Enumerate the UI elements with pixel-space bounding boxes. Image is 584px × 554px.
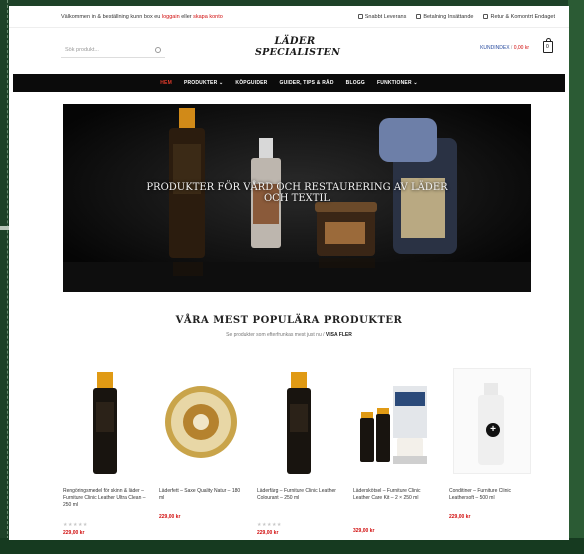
nav-item-blog[interactable]: BLOGG (346, 80, 365, 86)
site-header: Sök produkt... LÄDER SPECIALISTEN KUNDIN… (9, 28, 569, 72)
check-icon (483, 14, 489, 19)
product-price: 229,00 kr (159, 514, 181, 520)
account-label: KUNDINDEX (480, 45, 510, 51)
account-link[interactable]: KUNDINDEX / 0,00 kr (480, 45, 529, 51)
product-card[interactable]: Rengöringsmedel för skinn & läder – Furn… (63, 366, 147, 540)
usp-list: Snabbt Leverans Betalning Insättande Ret… (357, 13, 555, 20)
usp-item: Snabbt Leverans (357, 13, 407, 20)
account-separator: / (510, 45, 513, 51)
cart-count: 0 (546, 44, 549, 50)
product-name[interactable]: Läderskötsel – Furniture Clinic Leather … (353, 488, 437, 502)
product-card[interactable]: Läderfett – Saxe Quality Natur – 180 ml … (159, 366, 243, 540)
product-grid: Rengöringsmedel för skinn & läder – Furn… (63, 366, 533, 540)
star-rating: ★★★★★ (257, 522, 282, 528)
site-logo[interactable]: LÄDER SPECIALISTEN (255, 36, 341, 64)
product-name[interactable]: Conditiner – Furniture Clinic Leathersof… (449, 488, 533, 502)
product-image[interactable]: + (449, 366, 533, 484)
nav-item-functions[interactable]: FUNKTIONER ⌄ (377, 80, 418, 86)
welcome-mid: eller (181, 13, 192, 20)
product-image[interactable] (159, 366, 243, 484)
cart-icon[interactable]: 0 (543, 38, 553, 53)
product-price: 229,00 kr (63, 530, 85, 536)
frame-bottom-edge (0, 538, 584, 554)
check-icon (357, 14, 363, 19)
popular-section-subtitle: Se produkter som efterfrunkas mest just … (9, 332, 569, 338)
product-image[interactable] (63, 366, 147, 484)
product-price: 229,00 kr (449, 514, 471, 520)
product-name[interactable]: Läderfett – Saxe Quality Natur – 180 ml (159, 488, 243, 502)
register-link[interactable]: skapa konto (193, 14, 223, 20)
view-more-link[interactable]: VISA FLER (326, 332, 352, 338)
cart-handle (546, 38, 551, 42)
add-to-cart-icon[interactable]: + (486, 423, 500, 437)
star-rating: ★★★★★ (63, 522, 88, 528)
usp-label: Retur & Komontrt Endaget (490, 13, 555, 20)
hero-banner[interactable]: PRODUKTER FÖR VÅRD OCH RESTAURERING AV L… (63, 104, 531, 292)
page: Välkommen in & beställning kunn box eu l… (9, 6, 569, 540)
product-price: 229,00 kr (257, 530, 279, 536)
product-name[interactable]: Rengöringsmedel för skinn & läder – Furn… (63, 488, 147, 509)
welcome-prefix: Välkommen in & beställning kunn box eu (61, 13, 161, 20)
top-bar: Välkommen in & beställning kunn box eu l… (9, 6, 569, 28)
product-image-placeholder: + (453, 368, 531, 474)
search-icon[interactable] (155, 46, 161, 53)
login-link[interactable]: loggain (162, 14, 180, 20)
product-card[interactable]: Läderfärg – Furniture Clinic Leather Col… (257, 366, 341, 540)
frame-right-edge (568, 0, 584, 554)
nav-item-home[interactable]: HEM (160, 80, 172, 86)
product-image[interactable] (257, 366, 341, 484)
frame-left-edge (0, 0, 8, 554)
product-name[interactable]: Läderfärg – Furniture Clinic Leather Col… (257, 488, 341, 502)
popular-section-title: VÅRA MEST POPULÄRA PRODUKTER (175, 315, 403, 326)
logo-line-1: LÄDER (274, 36, 316, 47)
main-nav: HEM PRODUKTER ⌄ KÖPGUIDER GUIDER, TIPS &… (13, 74, 565, 92)
check-icon (416, 14, 422, 19)
product-price: 329,00 kr (353, 528, 375, 534)
product-card[interactable]: Läderskötsel – Furniture Clinic Leather … (353, 366, 437, 540)
nav-item-guides-tips[interactable]: GUIDER, TIPS & RÅD (279, 80, 333, 86)
hero-title: PRODUKTER FÖR VÅRD OCH RESTAURERING AV L… (63, 182, 531, 204)
product-card[interactable]: + Conditiner – Furniture Clinic Leathers… (449, 366, 533, 540)
logo-line-2: SPECIALISTEN (255, 47, 341, 58)
bottle-silhouette (478, 383, 504, 465)
usp-item: Retur & Komontrt Endaget (483, 14, 555, 20)
usp-label: Betalning Insättande (423, 13, 474, 20)
welcome-text: Välkommen in & beställning kunn box eu l… (61, 14, 223, 20)
popular-subtitle-text: Se produkter som efterfrunkas mest just … (226, 332, 325, 338)
usp-item: Betalning Insättande (416, 14, 473, 20)
hero-title-line-2: OCH TEXTIL (263, 193, 331, 204)
search-placeholder: Sök produkt... (65, 46, 99, 53)
usp-label: Snabbt Leverans (364, 13, 407, 20)
search-input[interactable]: Sök produkt... (61, 42, 165, 58)
hero-title-line-1: PRODUKTER FÖR VÅRD OCH RESTAURERING AV L… (146, 182, 448, 193)
cart-total: 0,00 kr (513, 45, 529, 51)
nav-item-buying-guides[interactable]: KÖPGUIDER (235, 80, 267, 86)
product-image[interactable] (353, 366, 437, 484)
nav-item-products[interactable]: PRODUKTER ⌄ (184, 80, 223, 86)
